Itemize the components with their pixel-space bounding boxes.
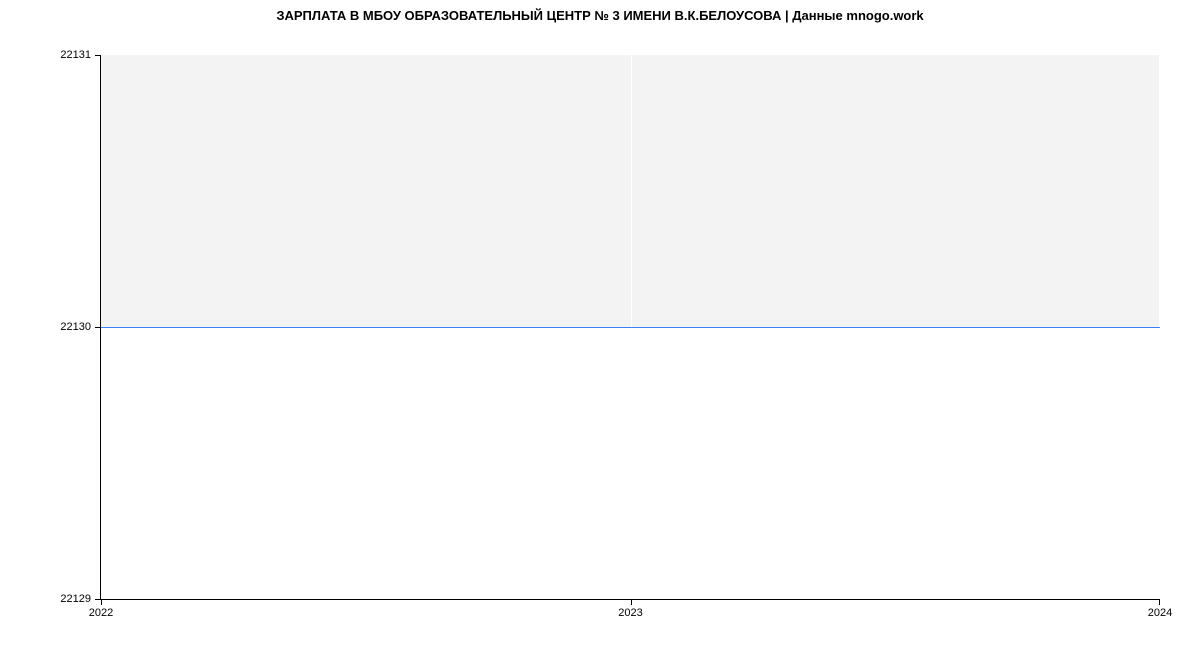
- x-tick-label: 2022: [89, 607, 113, 619]
- x-tick-label: 2024: [1148, 607, 1172, 619]
- x-tick-label: 2023: [618, 607, 642, 619]
- y-tick-label: 22129: [60, 593, 91, 605]
- chart-title: ЗАРПЛАТА В МБОУ ОБРАЗОВАТЕЛЬНЫЙ ЦЕНТР № …: [0, 0, 1200, 23]
- y-tick-label: 22131: [60, 49, 91, 61]
- x-tick: [101, 599, 102, 605]
- plot-area: 22131 22130 22129 2022 2023 2024: [100, 55, 1160, 600]
- y-tick: [95, 55, 101, 56]
- chart-container: ЗАРПЛАТА В МБОУ ОБРАЗОВАТЕЛЬНЫЙ ЦЕНТР № …: [0, 0, 1200, 650]
- series-line-salary: [101, 327, 1160, 328]
- x-tick: [1159, 599, 1160, 605]
- x-tick: [631, 599, 632, 605]
- y-tick-label: 22130: [60, 321, 91, 333]
